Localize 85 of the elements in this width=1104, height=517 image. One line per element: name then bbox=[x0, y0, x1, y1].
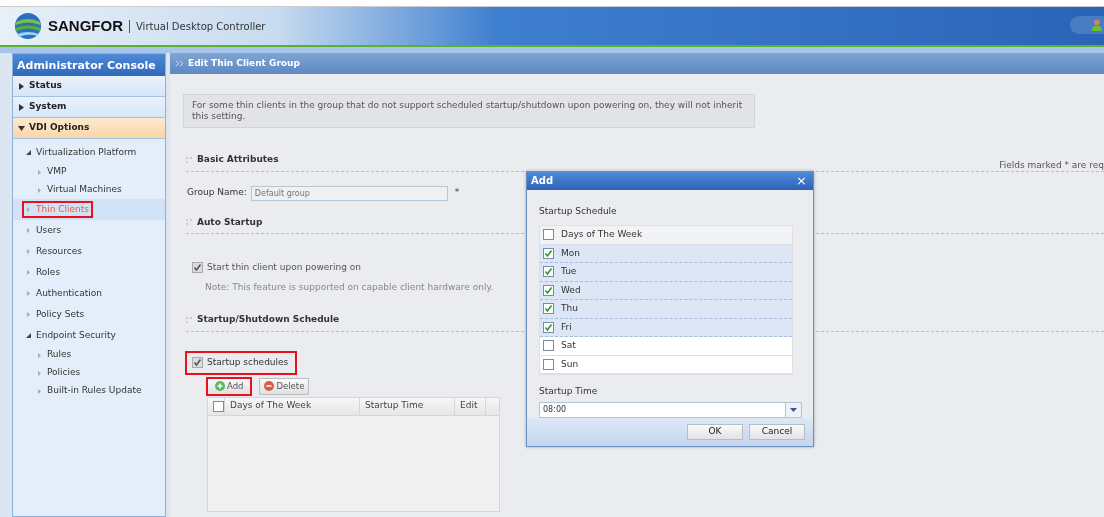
day-label[interactable]: Sat bbox=[556, 339, 576, 353]
checkbox[interactable] bbox=[213, 400, 224, 412]
day-label[interactable]: Thu bbox=[556, 302, 578, 316]
checkbox[interactable] bbox=[542, 266, 554, 278]
checkbox[interactable] bbox=[542, 229, 554, 241]
section-heading: Auto Startup bbox=[197, 215, 263, 229]
sidebar-section[interactable]: VDI Options bbox=[13, 118, 165, 139]
checkbox[interactable] bbox=[542, 247, 554, 259]
field-label: Startup Time bbox=[539, 385, 599, 399]
user-badge[interactable] bbox=[1070, 16, 1104, 34]
day-label[interactable]: Fri bbox=[556, 320, 572, 335]
arrow-icon bbox=[37, 351, 43, 359]
notice-text: For some thin clients in the group that do not support scheduled startup/shutdown upon powering on, they will not inherit this setting. bbox=[183, 94, 755, 128]
arrow-icon bbox=[26, 206, 32, 213]
brand-name: SANGFOR bbox=[48, 15, 123, 36]
time-dropdown[interactable]: 08:00 bbox=[539, 401, 802, 419]
collapsed-icon bbox=[18, 103, 25, 111]
column-header: Edit bbox=[455, 397, 486, 415]
required-note: Fields marked * are req bbox=[999, 159, 1104, 172]
note-text: Note: This feature is supported on capable client hardware only. bbox=[205, 280, 494, 294]
sidebar-item[interactable]: Roles bbox=[23, 264, 64, 281]
minus-icon bbox=[264, 381, 275, 391]
checkbox[interactable] bbox=[542, 358, 554, 370]
column-header: Startup Time bbox=[360, 397, 455, 415]
sidebar-item[interactable]: Policy Sets bbox=[23, 306, 88, 323]
arrow-icon bbox=[37, 369, 43, 377]
arrow-icon bbox=[26, 290, 32, 297]
sidebar-item[interactable]: Virtual Machines bbox=[13, 181, 165, 199]
sidebar-item[interactable]: Rules bbox=[13, 346, 165, 364]
delete-button[interactable]: Delete bbox=[259, 377, 310, 395]
checkbox[interactable] bbox=[542, 321, 554, 333]
day-label[interactable]: Wed bbox=[556, 283, 581, 298]
sidebar-item[interactable]: Resources bbox=[23, 243, 85, 260]
arrow-icon bbox=[26, 269, 32, 276]
add-button[interactable]: Add bbox=[207, 377, 252, 395]
arrow-icon bbox=[26, 311, 32, 318]
arrow-icon bbox=[37, 168, 43, 176]
day-label[interactable]: Tue bbox=[556, 265, 577, 279]
page-title: Edit Thin Client Group bbox=[170, 53, 1104, 74]
product-name: Virtual Desktop Controller bbox=[136, 19, 266, 34]
checkbox-label: Start thin client upon powering on bbox=[207, 261, 362, 274]
sidebar-section[interactable]: Status bbox=[13, 76, 165, 97]
day-label[interactable]: Mon bbox=[556, 246, 580, 261]
sidebar-item[interactable]: Authentication bbox=[23, 285, 106, 302]
grip-icon bbox=[186, 316, 192, 323]
column-header: Days of The Week bbox=[560, 228, 643, 242]
ok-button[interactable]: OK bbox=[687, 424, 743, 441]
section-heading: Startup/Shutdown Schedule bbox=[197, 313, 340, 326]
caret-icon bbox=[790, 408, 797, 413]
arrow-icon bbox=[26, 227, 32, 234]
sidebar-item[interactable]: Policies bbox=[13, 364, 165, 382]
arrow-icon bbox=[37, 387, 43, 395]
sidebar-item[interactable]: Endpoint Security bbox=[23, 327, 119, 344]
checkbox[interactable] bbox=[542, 340, 554, 352]
section-heading: Basic Attributes bbox=[197, 153, 279, 166]
sidebar-section[interactable]: System bbox=[13, 97, 165, 118]
section-label: Startup Schedule bbox=[539, 204, 618, 218]
user-icon bbox=[1092, 19, 1102, 31]
expanded-icon bbox=[26, 149, 32, 156]
expanded-icon bbox=[26, 332, 32, 339]
cancel-button[interactable]: Cancel bbox=[749, 424, 805, 441]
checkbox[interactable] bbox=[542, 303, 554, 315]
close-button[interactable]: × bbox=[796, 174, 807, 188]
arrow-icon bbox=[37, 186, 43, 194]
collapsed-icon bbox=[18, 82, 25, 90]
checkbox[interactable] bbox=[542, 284, 554, 296]
arrow-icon bbox=[26, 248, 32, 255]
checkbox[interactable] bbox=[192, 357, 203, 368]
sidebar-title: Administrator Console bbox=[13, 54, 165, 76]
chevron-icon bbox=[176, 60, 184, 67]
plus-icon bbox=[215, 381, 225, 391]
dialog-title: Add bbox=[531, 174, 554, 189]
expanded-icon bbox=[18, 124, 25, 132]
grip-icon bbox=[186, 219, 192, 226]
sidebar-item[interactable]: Built-in Rules Update bbox=[13, 382, 165, 400]
column-header: Days of The Week bbox=[225, 397, 360, 415]
sidebar-item[interactable]: VMP bbox=[13, 163, 165, 181]
logo-icon bbox=[14, 12, 42, 40]
required-mark: * bbox=[454, 186, 460, 200]
day-label[interactable]: Sun bbox=[556, 357, 579, 372]
grip-icon bbox=[186, 156, 192, 163]
field-label: Group Name: bbox=[187, 186, 247, 200]
sidebar-item[interactable]: Users bbox=[23, 222, 65, 239]
sidebar-item[interactable]: Virtualization Platform bbox=[23, 144, 140, 161]
checkbox-label: Startup schedules bbox=[207, 355, 289, 369]
